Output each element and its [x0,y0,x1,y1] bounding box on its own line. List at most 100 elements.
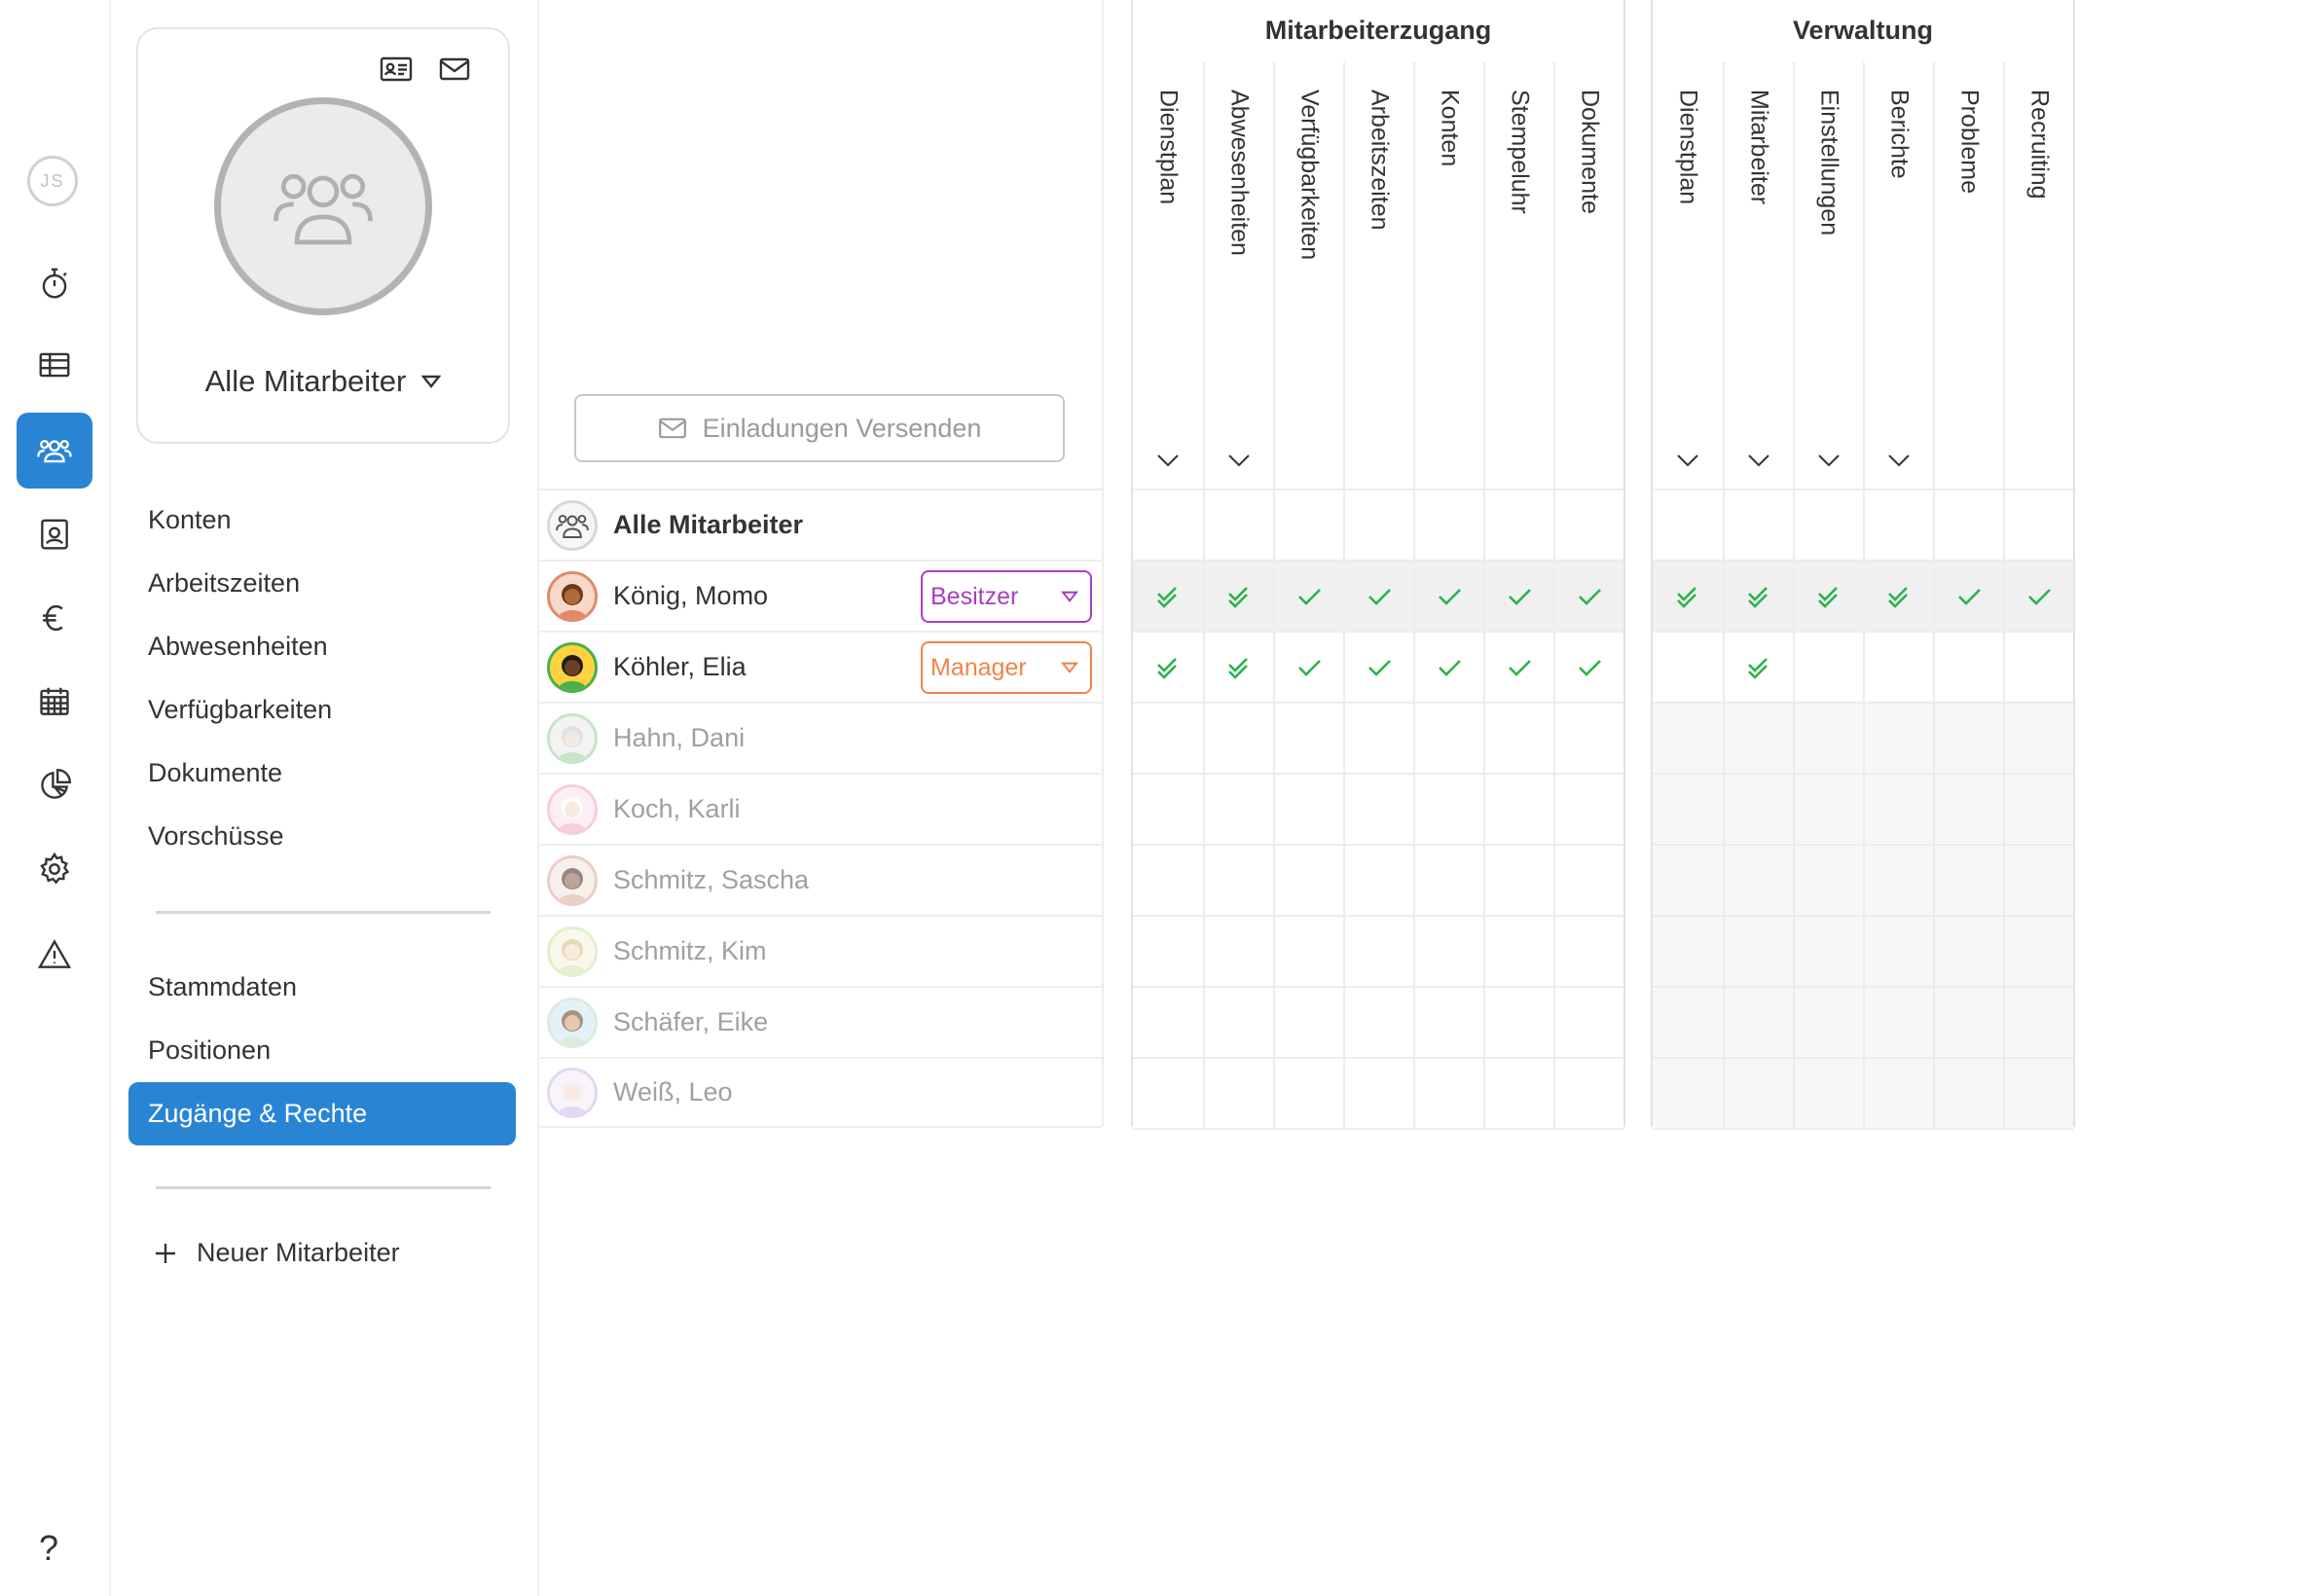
permission-cell[interactable] [1553,490,1623,560]
permission-cell[interactable] [1793,988,1863,1057]
permission-cell[interactable] [1133,1059,1203,1128]
permission-cell[interactable] [1483,988,1553,1057]
permission-cell[interactable] [1133,490,1203,560]
permission-cell[interactable] [1863,562,1933,631]
permission-cell[interactable] [1273,988,1343,1057]
permission-cell[interactable] [1483,633,1553,702]
permission-cell[interactable] [1793,917,1863,986]
sidebar-item-konten[interactable]: Konten [111,489,537,552]
permission-column-header[interactable]: Dokumente [1553,62,1623,489]
permission-cell[interactable] [1273,1059,1343,1128]
permission-cell[interactable] [1203,490,1273,560]
permission-cell[interactable] [1863,633,1933,702]
permission-cell[interactable] [1933,775,2003,844]
chevron-down-icon[interactable] [1227,453,1251,467]
permission-column-header[interactable]: Arbeitszeiten [1343,62,1413,489]
permission-cell[interactable] [2003,1059,2073,1128]
permission-cell[interactable] [2003,490,2073,560]
permission-cell[interactable] [1553,704,1623,773]
employee-row-all[interactable]: Alle Mitarbeiter [539,489,1102,560]
permission-cell[interactable] [1723,633,1793,702]
employee-row[interactable]: Koch, Karli [539,773,1102,844]
permission-cell[interactable] [1413,704,1483,773]
permission-cell[interactable] [1203,775,1273,844]
rail-item-problems[interactable] [17,917,92,993]
permission-cell[interactable] [1653,846,1723,915]
permission-cell[interactable] [1793,846,1863,915]
permission-cell[interactable] [1133,988,1203,1057]
sidebar-item-stammdaten[interactable]: Stammdaten [111,956,537,1019]
permission-cell[interactable] [1483,562,1553,631]
permission-cell[interactable] [1793,562,1863,631]
permission-cell[interactable] [1863,846,1933,915]
permission-cell[interactable] [1933,562,2003,631]
permission-cell[interactable] [1653,633,1723,702]
permission-cell[interactable] [1933,988,2003,1057]
permission-column-header[interactable]: Einstellungen [1793,62,1863,489]
permission-cell[interactable] [1343,775,1413,844]
rail-item-employees[interactable] [17,413,92,489]
rail-item-timeclock[interactable] [17,245,92,321]
permission-column-header[interactable]: Dienstplan [1653,62,1723,489]
employee-row[interactable]: Schmitz, Sascha [539,844,1102,915]
mail-icon[interactable] [436,54,473,84]
permission-cell[interactable] [1553,562,1623,631]
permission-cell[interactable] [1343,704,1413,773]
sidebar-item-arbeitszeiten[interactable]: Arbeitszeiten [111,552,537,615]
permission-cell[interactable] [1933,704,2003,773]
permission-column-header[interactable]: Verfügbarkeiten [1273,62,1343,489]
permission-column-header[interactable]: Berichte [1863,62,1933,489]
permission-cell[interactable] [2003,988,2073,1057]
permission-cell[interactable] [1933,490,2003,560]
role-dropdown[interactable]: Manager [921,641,1092,694]
permission-column-header[interactable]: Stempeluhr [1483,62,1553,489]
rail-item-contacts[interactable] [17,496,92,572]
permission-cell[interactable] [1653,988,1723,1057]
permission-cell[interactable] [2003,846,2073,915]
permission-cell[interactable] [1413,633,1483,702]
permission-cell[interactable] [2003,633,2073,702]
permission-cell[interactable] [1203,1059,1273,1128]
permission-cell[interactable] [1863,775,1933,844]
permission-cell[interactable] [1553,917,1623,986]
permission-cell[interactable] [1553,988,1623,1057]
permission-cell[interactable] [1483,775,1553,844]
permission-cell[interactable] [1863,988,1933,1057]
permission-cell[interactable] [1203,562,1273,631]
permission-cell[interactable] [1863,1059,1933,1128]
permission-cell[interactable] [1413,490,1483,560]
permission-cell[interactable] [1933,1059,2003,1128]
permission-cell[interactable] [1413,846,1483,915]
permission-cell[interactable] [1723,988,1793,1057]
permission-cell[interactable] [1723,704,1793,773]
permission-column-header[interactable]: Recruiting [2003,62,2073,489]
help-icon[interactable]: ? [39,1528,58,1569]
permission-cell[interactable] [1653,562,1723,631]
permission-cell[interactable] [1343,490,1413,560]
permission-cell[interactable] [2003,704,2073,773]
permission-cell[interactable] [1483,704,1553,773]
chevron-down-icon[interactable] [1887,453,1911,467]
sidebar-item-zugaenge-rechte[interactable]: Zugänge & Rechte [128,1082,516,1145]
role-dropdown[interactable]: Besitzer [921,570,1092,623]
permission-cell[interactable] [1553,846,1623,915]
permission-cell[interactable] [1933,846,2003,915]
permission-cell[interactable] [1133,633,1203,702]
permission-cell[interactable] [1723,775,1793,844]
rail-item-settings[interactable] [17,831,92,907]
permission-cell[interactable] [1203,917,1273,986]
permission-cell[interactable] [1203,704,1273,773]
permission-column-header[interactable]: Mitarbeiter [1723,62,1793,489]
permission-cell[interactable] [1343,846,1413,915]
rail-item-reports[interactable] [17,747,92,823]
permission-cell[interactable] [1273,775,1343,844]
employee-row[interactable]: Schäfer, Eike [539,986,1102,1057]
permission-cell[interactable] [1653,775,1723,844]
permission-cell[interactable] [1483,846,1553,915]
permission-column-header[interactable]: Probleme [1933,62,2003,489]
permission-cell[interactable] [1793,775,1863,844]
permission-cell[interactable] [1203,988,1273,1057]
permission-cell[interactable] [1483,490,1553,560]
permission-cell[interactable] [1553,1059,1623,1128]
permission-cell[interactable] [2003,917,2073,986]
